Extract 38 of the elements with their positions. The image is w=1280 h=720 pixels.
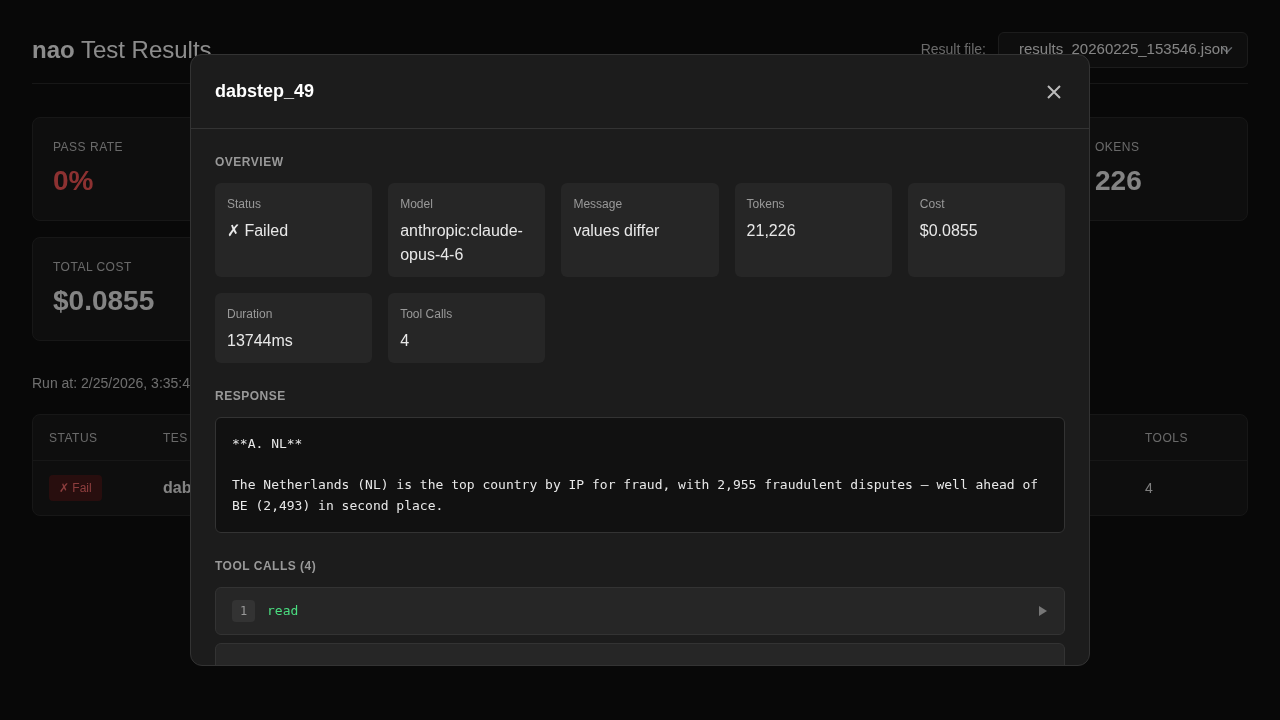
info-value: ✗ Failed xyxy=(227,221,290,241)
tool-call-row[interactable]: 1 read xyxy=(215,587,1065,635)
table-cell-text: 4 xyxy=(1145,478,1153,498)
stat-label: PASS RATE xyxy=(53,139,125,156)
stat-label: OKENS xyxy=(1095,139,1141,156)
stat-value: 226 xyxy=(1095,164,1143,198)
info-value: $0.0855 xyxy=(919,221,979,241)
section-heading: RESPONSE xyxy=(215,389,287,403)
stat-label: TOTAL COST xyxy=(53,259,133,276)
info-label: Status xyxy=(227,196,263,213)
call-number: 1 xyxy=(232,600,255,622)
run-timestamp: Run at: 2/25/2026, 3:35:4 xyxy=(32,374,190,393)
info-value: 21,226 xyxy=(746,221,797,241)
table-cell-text: dab xyxy=(163,478,192,498)
info-label: Tokens xyxy=(746,196,786,213)
brand-name: nao xyxy=(32,35,75,63)
section-heading: OVERVIEW xyxy=(215,155,285,169)
dialog-title: dabstep_49 xyxy=(215,80,315,103)
info-label: Duration xyxy=(227,306,274,323)
section-heading: TOOL CALLS (4) xyxy=(215,559,318,573)
info-value: 4 xyxy=(400,331,411,351)
stat-value: 0% xyxy=(53,164,95,198)
field-label: Result file: xyxy=(920,40,986,59)
info-label: Model xyxy=(400,196,434,213)
column-header: TOOLS xyxy=(1145,429,1188,447)
expand-icon xyxy=(1038,606,1048,616)
info-label: Cost xyxy=(919,196,946,213)
tool-name: read xyxy=(267,602,300,621)
info-label: Message xyxy=(573,196,624,213)
info-value: anthropic:claude-opus-4-6 xyxy=(400,221,524,265)
response-text: **A. NL** The Netherlands (NL) is the top country by IP for fraud, with 2,955 fraudulent disputes — well ahead of BE (2,493) in second place. xyxy=(215,417,1065,533)
column-header: STATUS xyxy=(49,429,98,447)
stat-value: $0.0855 xyxy=(53,284,156,318)
info-value: 13744ms xyxy=(227,331,294,351)
status-badge: ✗ Fail xyxy=(49,475,102,501)
info-label: Tool Calls xyxy=(400,306,454,323)
column-header: TES xyxy=(163,429,188,447)
info-value: values differ xyxy=(573,221,661,241)
